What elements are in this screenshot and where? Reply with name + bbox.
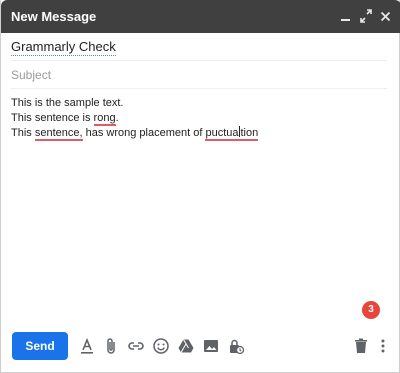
emoji-icon[interactable] bbox=[151, 336, 171, 356]
expand-icon[interactable] bbox=[357, 6, 375, 26]
to-field[interactable]: Grammarly Check bbox=[11, 33, 387, 61]
body-line-1: This is the sample text. bbox=[11, 97, 124, 109]
body-line-2: This sentence is rong. bbox=[11, 112, 119, 126]
grammarly-issue-badge[interactable]: 3 bbox=[362, 301, 380, 319]
grammar-error-underline[interactable]: puctua tion bbox=[205, 126, 259, 141]
format-text-icon[interactable] bbox=[77, 336, 97, 356]
subject-input[interactable] bbox=[11, 65, 387, 85]
close-icon[interactable] bbox=[377, 6, 395, 26]
photo-icon[interactable] bbox=[201, 336, 221, 356]
compose-window: New Message Grammarly Check This is the … bbox=[0, 0, 400, 373]
drive-icon[interactable] bbox=[176, 336, 196, 356]
body-line-3: This sentence, has wrong placement of pu… bbox=[11, 126, 259, 141]
grammar-error-underline[interactable]: rong bbox=[93, 112, 116, 126]
link-icon[interactable] bbox=[126, 336, 146, 356]
grammar-error-underline[interactable]: sentence, bbox=[34, 127, 83, 141]
confidential-icon[interactable] bbox=[226, 336, 246, 356]
minimize-icon[interactable] bbox=[337, 6, 355, 26]
more-vert-icon[interactable] bbox=[373, 336, 393, 356]
compose-toolbar: Send bbox=[1, 330, 400, 364]
attach-icon[interactable] bbox=[101, 336, 121, 356]
compose-titlebar[interactable]: New Message bbox=[1, 0, 400, 33]
recipient-chip[interactable]: Grammarly Check bbox=[11, 39, 116, 56]
trash-icon[interactable] bbox=[351, 336, 371, 356]
window-title: New Message bbox=[11, 9, 97, 24]
subject-field[interactable] bbox=[11, 61, 387, 89]
message-body[interactable]: This is the sample text. This sentence i… bbox=[11, 96, 389, 141]
send-button[interactable]: Send bbox=[12, 332, 68, 360]
